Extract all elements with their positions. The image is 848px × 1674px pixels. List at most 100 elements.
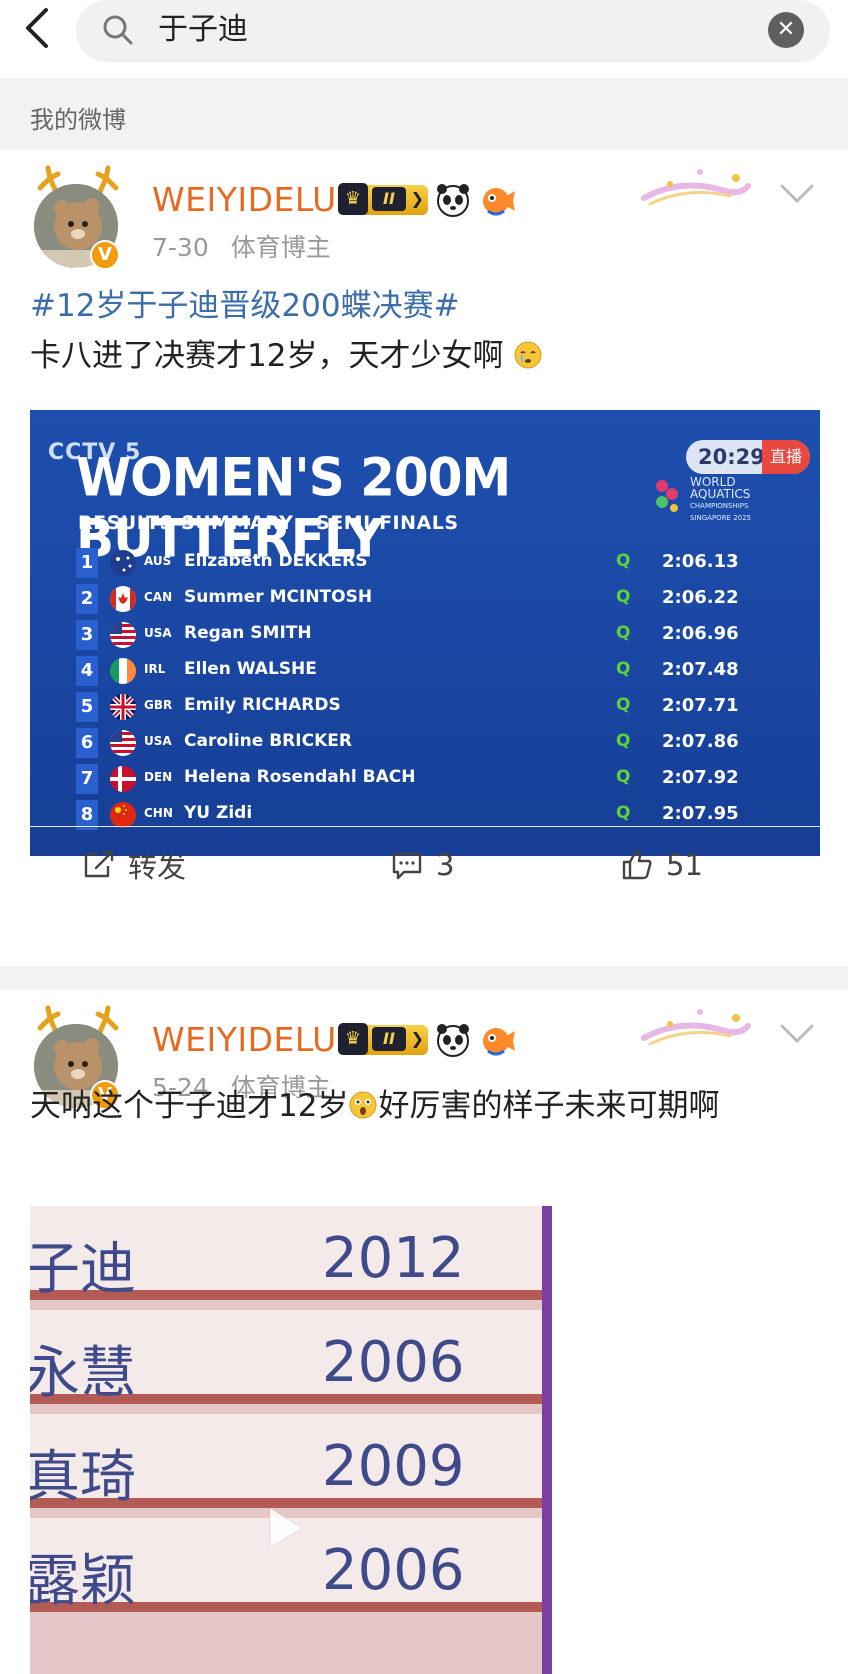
section-header: 我的微博 [0, 78, 848, 150]
sparkle-decoration [641, 169, 751, 206]
search-icon [103, 15, 133, 45]
post-video-thumbnail[interactable]: 子迪 2012 永慧 2006 真琦 2009 露颖 2006 [30, 1206, 552, 1674]
result-name: Ellen WALSHE [184, 659, 317, 679]
post-card[interactable]: 出现 V WEIYIDELU ♛ II ❯ 5-24体育博主 [0, 990, 848, 1674]
flag-aus-icon [110, 550, 136, 576]
thumbnail-year: 2006 [322, 1538, 465, 1603]
result-rank: 3 [76, 620, 98, 650]
back-chevron-icon [26, 8, 48, 48]
post-image[interactable]: CCTV 5 WOMEN'S 200M BUTTERFLY RESULTS SU… [30, 410, 820, 856]
flag-gbr-icon [110, 694, 136, 720]
result-name: Summer MCINTOSH [184, 587, 373, 607]
result-qualifier: Q [616, 803, 631, 823]
result-name: Elizabeth DEKKERS [184, 551, 368, 571]
event-logo-text: WORLD AQUATICS CHAMPIONSHIPS SINGAPORE 2… [690, 476, 751, 524]
comment-icon [392, 852, 422, 880]
search-query: 于子迪 [158, 12, 248, 47]
result-country: IRL [144, 662, 166, 676]
repost-icon [84, 850, 114, 878]
result-row: 7 DEN Helena Rosendahl BACH Q 2:07.92 [70, 764, 810, 796]
flag-irl-icon [110, 658, 136, 684]
avatar[interactable]: 出现 V [26, 164, 130, 270]
chevron-down-icon[interactable] [780, 184, 814, 204]
thumbnail-year: 2009 [322, 1434, 465, 1499]
result-name: YU Zidi [184, 803, 253, 823]
result-row: 6 USA Caroline BRICKER Q 2:07.86 [70, 728, 810, 760]
vip-badge[interactable]: ♛ II ❯ [338, 183, 428, 215]
pufferfish-icon [483, 1028, 515, 1056]
live-label: 直播 [762, 440, 810, 474]
result-country: DEN [144, 770, 173, 784]
post-text-part: 好厉害的样子未来可期啊 [378, 1088, 720, 1124]
post-category: 体育博主 [230, 233, 331, 262]
username[interactable]: WEIYIDELU [152, 1020, 337, 1059]
result-rank: 2 [76, 584, 98, 614]
repost-label: 转发 [128, 850, 187, 884]
result-name: Emily RICHARDS [184, 695, 341, 715]
live-indicator: 20:29:48 直播 [686, 440, 810, 474]
verified-badge: V [90, 240, 120, 270]
post-date: 7-30 [152, 233, 209, 262]
post-separator [0, 966, 848, 990]
user-badges: ♛ II ❯ [338, 1020, 516, 1060]
result-country: CAN [144, 590, 173, 604]
result-row: 3 USA Regan SMITH Q 2:06.96 [70, 620, 810, 652]
comment-count: 3 [436, 848, 455, 882]
result-country: USA [144, 734, 172, 748]
result-country: AUS [144, 554, 172, 568]
result-country: GBR [144, 698, 173, 712]
result-qualifier: Q [616, 587, 631, 607]
pufferfish-icon [483, 188, 515, 216]
vip-badge[interactable]: ♛ II ❯ [338, 1023, 428, 1055]
comment-button[interactable]: 3 [390, 845, 454, 885]
post-text-body: 卡八进了决赛才12岁，天才少女啊 [30, 338, 504, 374]
repost-button[interactable]: 转发 [82, 845, 186, 885]
topic-link[interactable]: #12岁于子迪晋级200蝶决赛# [30, 280, 460, 325]
avatar-tag: 出现 [62, 264, 84, 268]
result-rank: 5 [76, 692, 98, 722]
flag-usa-icon [110, 730, 136, 756]
panda-icon [437, 1024, 469, 1057]
vip-level: II [372, 1027, 406, 1051]
result-qualifier: Q [616, 551, 631, 571]
thumbnail-name: 真琦 [30, 1445, 136, 1510]
like-button[interactable]: 51 [620, 845, 703, 885]
result-time: 2:06.22 [662, 587, 739, 608]
back-button[interactable] [18, 6, 62, 50]
result-time: 2:07.86 [662, 731, 739, 752]
section-title: 我的微博 [30, 106, 126, 134]
post-text: 天呐这个于子迪才12岁 好厉害的样子未来可期啊 [30, 1080, 719, 1125]
post-card[interactable]: 出现 V WEIYIDELU ♛ II ❯ 7-30 体育博主 [0, 150, 848, 966]
thumbnail-row: 永慧 2006 [30, 1310, 542, 1406]
result-rank: 6 [76, 728, 98, 758]
search-input[interactable]: 于子迪 ✕ [76, 0, 830, 62]
post-text-part: 天呐这个于子迪才12岁 [30, 1088, 349, 1124]
vip-arrow-icon: ❯ [410, 1029, 424, 1048]
result-name: Regan SMITH [184, 623, 312, 643]
chevron-down-icon[interactable] [780, 1024, 814, 1044]
result-time: 2:07.71 [662, 695, 739, 716]
username[interactable]: WEIYIDELU [152, 180, 337, 219]
sparkle-decoration [641, 1009, 751, 1046]
crying-emoji-icon [514, 341, 542, 369]
result-qualifier: Q [616, 767, 631, 787]
user-badges: ♛ II ❯ [338, 180, 516, 220]
thumbnail-row: 真琦 2009 [30, 1414, 542, 1510]
shocked-emoji-icon [349, 1091, 377, 1119]
clear-icon[interactable]: ✕ [768, 12, 804, 48]
action-bar: 转发 3 51 [30, 826, 820, 886]
result-qualifier: Q [616, 659, 631, 679]
top-bar: 于子迪 ✕ [0, 0, 848, 78]
result-qualifier: Q [616, 695, 631, 715]
play-icon[interactable] [254, 1500, 310, 1556]
result-name: Helena Rosendahl BACH [184, 767, 416, 787]
panda-icon [437, 184, 469, 217]
post-meta: 7-30 体育博主 [152, 228, 331, 264]
world-aquatics-logo [656, 480, 678, 512]
result-time: 2:07.48 [662, 659, 739, 680]
event-logo-line: SINGAPORE 2025 [690, 514, 752, 522]
flag-chn-icon [110, 802, 136, 828]
event-logo-line: CHAMPIONSHIPS [690, 502, 749, 510]
result-time: 2:06.96 [662, 623, 739, 644]
event-logo-line: AQUATICS [690, 487, 751, 501]
